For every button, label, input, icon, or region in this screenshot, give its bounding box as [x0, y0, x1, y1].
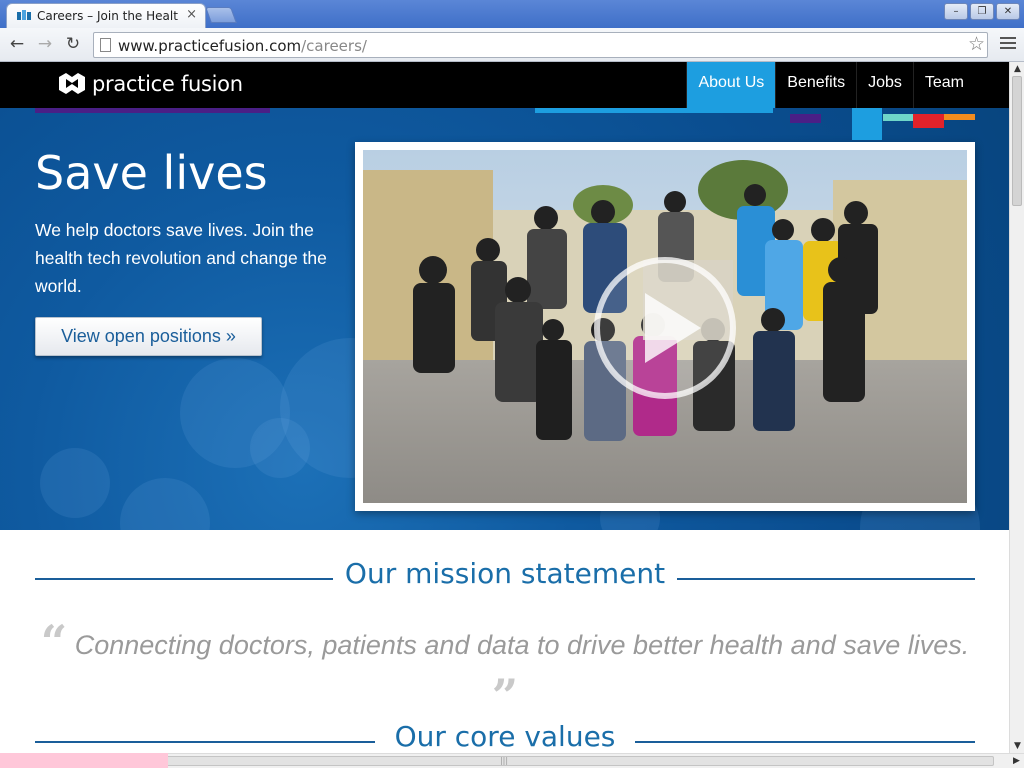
view-open-positions-button[interactable]: View open positions » [35, 317, 262, 356]
page-viewport: Save lives We help doctors save lives. J… [0, 62, 1009, 753]
back-arrow-icon[interactable]: ← [6, 33, 28, 55]
hero-title: Save lives [35, 146, 268, 200]
site-header: practice fusion About Us Benefits Jobs T… [0, 62, 1009, 108]
divider-line [635, 741, 975, 743]
hero-section: Save lives We help doctors save lives. J… [0, 108, 1009, 530]
vertical-scrollbar[interactable]: ▲ ▼ [1009, 62, 1024, 753]
page-icon [100, 38, 111, 52]
practice-fusion-favicon-icon [17, 10, 31, 20]
browser-toolbar: ← → ↻ www.practicefusion.com/careers/ ☆ [0, 28, 1024, 62]
scroll-down-arrow-icon[interactable]: ▼ [1010, 739, 1024, 753]
practice-fusion-logo[interactable]: practice fusion [58, 72, 243, 96]
divider-line [35, 741, 375, 743]
logo-text: practice fusion [92, 72, 243, 96]
new-tab-button[interactable] [205, 7, 237, 23]
nav-jobs[interactable]: Jobs [856, 62, 913, 108]
divider-line [35, 578, 335, 580]
reload-icon[interactable]: ↻ [62, 33, 84, 55]
nav-about-us[interactable]: About Us [686, 62, 776, 108]
close-window-button[interactable]: ✕ [996, 3, 1020, 20]
hero-text: We help doctors save lives. Join the hea… [35, 220, 327, 296]
maximize-button[interactable]: ❐ [970, 3, 994, 20]
mission-heading: Our mission statement [332, 557, 678, 590]
tab-close-icon[interactable]: × [186, 7, 197, 22]
browser-tab[interactable]: Careers – Join the Healt × [6, 3, 206, 28]
minimize-button[interactable]: – [944, 3, 968, 20]
top-navigation: About Us Benefits Jobs Team [686, 62, 975, 108]
tab-title: Careers – Join the Healt [37, 9, 178, 23]
forward-arrow-icon[interactable]: → [34, 33, 56, 55]
scroll-up-arrow-icon[interactable]: ▲ [1010, 62, 1024, 76]
mission-heading-row: Our mission statement [35, 557, 975, 597]
browser-titlebar: Careers – Join the Healt × – ❐ ✕ [0, 0, 1024, 28]
bookmark-star-icon[interactable]: ☆ [968, 33, 985, 55]
open-quote-icon: “ [40, 615, 68, 669]
core-values-heading-row: Our core values [35, 720, 975, 753]
mission-quote-text: Connecting doctors, patients and data to… [74, 630, 970, 660]
core-values-heading: Our core values [382, 720, 628, 753]
logo-mark-icon [59, 73, 85, 94]
nav-team[interactable]: Team [912, 62, 975, 108]
team-video[interactable] [363, 150, 967, 503]
mission-quote: “ Connecting doctors, patients and data … [35, 615, 975, 723]
address-bar[interactable]: www.practicefusion.com/careers/ ☆ [93, 32, 988, 58]
video-frame [355, 142, 975, 511]
pink-overlay-strip [0, 753, 168, 768]
browser-menu-icon[interactable] [1000, 34, 1016, 54]
window-controls: – ❐ ✕ [944, 3, 1020, 20]
nav-benefits[interactable]: Benefits [775, 62, 856, 108]
core-values-section: Our core values [35, 720, 975, 753]
close-quote-icon: ” [491, 669, 519, 723]
url-text: www.practicefusion.com/careers/ [118, 37, 367, 55]
divider-line [675, 578, 975, 580]
vertical-scroll-thumb[interactable] [1012, 76, 1022, 206]
mission-section: Our mission statement “ Connecting docto… [35, 557, 975, 723]
scroll-right-arrow-icon[interactable]: ▶ [1009, 754, 1024, 768]
